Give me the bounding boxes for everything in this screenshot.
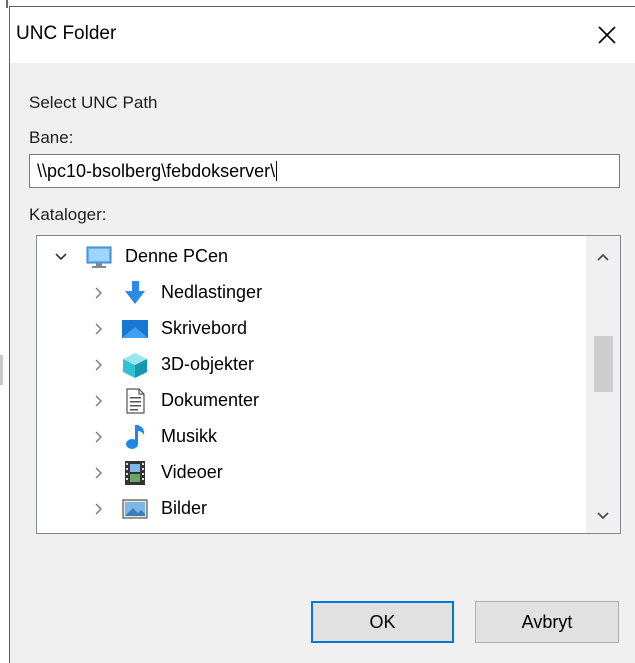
desktop-icon <box>122 320 148 338</box>
tree-item-nedlastinger[interactable]: Nedlastinger <box>37 275 577 311</box>
tree-item-label: Denne PCen <box>125 246 229 266</box>
film-icon <box>125 461 145 485</box>
monitor-icon <box>86 246 112 268</box>
chevron-up-icon <box>597 253 609 261</box>
chevron-right-icon[interactable] <box>91 501 107 517</box>
scrollbar-thumb[interactable] <box>594 336 613 392</box>
unc-folder-dialog: UNC Folder Select UNC Path Bane: \\pc10-… <box>9 6 635 663</box>
background-edge-top <box>6 0 8 8</box>
chevron-right-icon[interactable] <box>91 393 107 409</box>
chevron-down-icon <box>597 512 609 520</box>
close-icon <box>598 26 616 44</box>
background-edge <box>0 355 3 385</box>
folders-label: Kataloger: <box>29 205 107 224</box>
tree-item-label: Bilder <box>161 498 208 518</box>
tree-item-label: 3D-objekter <box>161 354 255 374</box>
music-note-icon <box>126 425 145 449</box>
tree-item-label: Nedlastinger <box>161 282 263 302</box>
path-label: Bane: <box>29 128 74 147</box>
tree-item-denne-pcen[interactable]: Denne PCen <box>37 239 577 275</box>
tree-item-skrivebord[interactable]: Skrivebord <box>37 311 577 347</box>
tree-item-label: Videoer <box>161 462 223 482</box>
tree-item-musikk[interactable]: Musikk <box>37 419 577 455</box>
vertical-scrollbar[interactable] <box>586 236 620 533</box>
picture-icon <box>122 499 148 519</box>
folder-tree[interactable]: Denne PCen Nedlastinger Skrivebord 3D-ob… <box>36 235 621 534</box>
tree-item-label: Musikk <box>161 426 218 446</box>
3d-cube-icon <box>123 353 147 378</box>
tree-item-dokumenter[interactable]: Dokumenter <box>37 383 577 419</box>
ok-button[interactable]: OK <box>311 601 454 643</box>
download-arrow-icon <box>125 281 145 304</box>
chevron-right-icon[interactable] <box>91 285 107 301</box>
tree-item-bilder[interactable]: Bilder <box>37 491 577 527</box>
select-unc-path-label: Select UNC Path <box>29 93 158 112</box>
chevron-down-icon[interactable] <box>53 249 69 265</box>
chevron-right-icon[interactable] <box>91 465 107 481</box>
chevron-right-icon[interactable] <box>91 321 107 337</box>
tree-item-videoer[interactable]: Videoer <box>37 455 577 491</box>
dialog-title: UNC Folder <box>16 23 117 44</box>
tree-item-label: Skrivebord <box>161 318 248 338</box>
close-button[interactable] <box>579 7 635 63</box>
text-caret <box>276 161 278 181</box>
scroll-up-button[interactable] <box>586 240 620 274</box>
document-icon <box>126 388 145 414</box>
path-value: \\pc10-bsolberg\febdokserver\ <box>37 161 276 181</box>
scroll-down-button[interactable] <box>586 499 620 533</box>
tree-item-3d-objekter[interactable]: 3D-objekter <box>37 347 577 383</box>
cancel-button[interactable]: Avbryt <box>475 601 619 643</box>
chevron-right-icon[interactable] <box>91 429 107 445</box>
path-input[interactable]: \\pc10-bsolberg\febdokserver\ <box>29 154 620 188</box>
title-bar: UNC Folder <box>10 7 635 63</box>
tree-item-label: Dokumenter <box>161 390 260 410</box>
chevron-right-icon[interactable] <box>91 357 107 373</box>
